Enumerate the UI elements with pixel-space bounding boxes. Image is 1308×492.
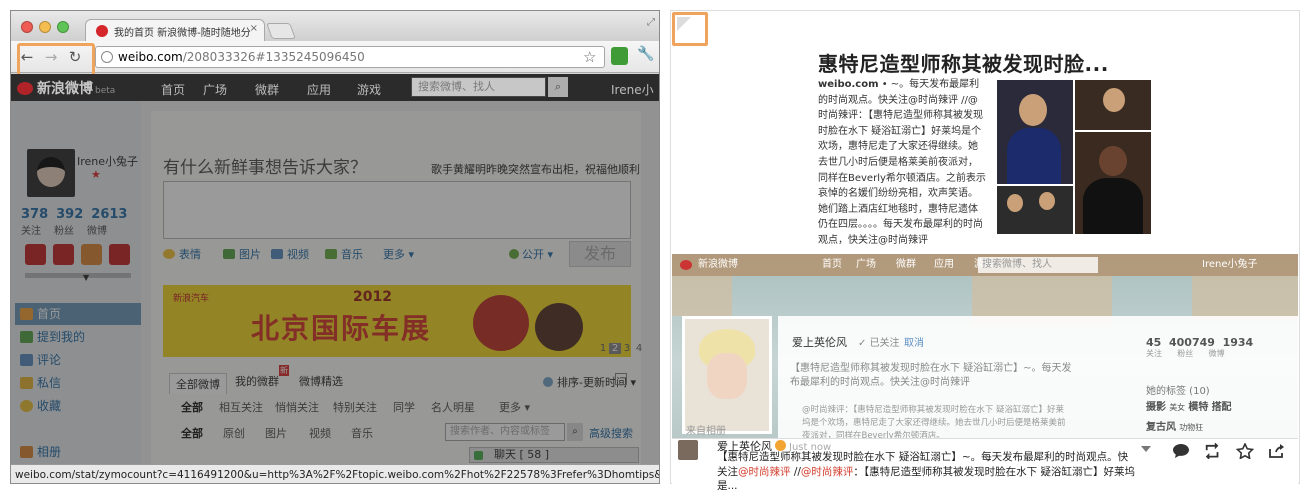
weibo-eye-icon [680,260,692,270]
building-illustration [1192,276,1298,320]
address-bar[interactable]: weibo.com/208033326#1335245096450 [95,46,605,68]
avatar-caption: 来自相册 [686,426,726,437]
tags-title: 她的标签 (10) [1146,386,1210,397]
minimize-window-button[interactable] [39,21,51,33]
status-bar-url: weibo.com/stat/zymocount?c=4116491200&u=… [11,464,659,483]
tab-title: 我的首页 新浪微博-随时随地分 [114,28,251,39]
tab-close-button[interactable]: × [250,23,258,34]
profile-nav-square[interactable]: 广场 [856,254,876,276]
zoom-window-button[interactable] [57,21,69,33]
nav-buttons-highlight [17,43,95,77]
url-host: weibo.com [118,50,183,64]
mention-link[interactable]: @时尚辣评 [738,466,791,478]
profile-top-nav: 新浪微博 首页 广场 微群 应用 游戏 搜索微博、找人 Irene小兔子 [672,254,1298,276]
evernote-extension-icon[interactable] [611,47,628,65]
new-tab-button[interactable] [266,23,296,39]
article-body: weibo.com • ~。每天发布最犀利的时尚观点。快关注@时尚辣评 //@时… [818,79,986,246]
bookmark-star-icon[interactable]: ☆ [583,48,596,66]
avatar[interactable] [678,440,698,460]
share-icon[interactable] [1266,443,1288,461]
profile-background: 新浪微博 首页 广场 微群 应用 游戏 搜索微博、找人 Irene小兔子 来自相… [672,254,1298,438]
page-dim-overlay [11,101,659,464]
favorite-icon[interactable] [1234,442,1256,461]
url-path: /208033326#1335245096450 [182,50,365,64]
post-text: 【惠特尼造型师称其被发现时脸在水下 疑浴缸溺亡】~。每天发布最犀利的时尚观点。快… [717,451,1136,492]
page-info-icon[interactable] [101,51,113,63]
profile-nav-apps[interactable]: 应用 [934,254,954,276]
tag-list: 摄影 美女 模特 搭配 [1146,402,1232,413]
profile-nav-logo[interactable]: 新浪微博 [698,254,738,276]
page-curl-icon [677,17,691,31]
browser-titlebar: 我的首页 新浪微博-随时随地分 × ⤢ [11,11,659,41]
profile-search-input[interactable]: 搜索微博、找人 [978,257,1098,273]
profile-avatar[interactable] [682,316,772,434]
mention-link[interactable]: @时尚辣评 [801,466,854,478]
profile-repost-preview: @时尚辣评：【惠特尼造型师称其被发现时脸在水下 疑浴缸溺亡】好莱坞是个欢场，惠特… [802,405,1066,438]
retweet-icon[interactable] [1202,442,1224,461]
comment-icon[interactable] [1170,443,1192,461]
page-curl-highlight[interactable] [672,12,708,46]
profile-nav-groups[interactable]: 微群 [896,254,916,276]
close-window-button[interactable] [21,21,33,33]
weibo-favicon-icon [96,25,108,37]
page-dim-overlay [11,74,659,101]
article-title: 惠特尼造型师称其被发现时脸... [818,52,1109,76]
profile-nav-home[interactable]: 首页 [822,254,842,276]
article-photo-collage[interactable] [997,80,1151,234]
profile-nav-user[interactable]: Irene小兔子 [1202,254,1257,276]
browser-window: 我的首页 新浪微博-随时随地分 × ⤢ ← → ↻ weibo.com/2080… [10,10,660,484]
profile-post-preview: 【惠特尼造型师称其被发现时脸在水下 疑浴缸溺亡】~。每天发布最犀利的时尚观点。快… [790,363,1072,388]
profile-stat-labels: 关注 粉丝 微博 [1146,349,1225,358]
unfollow-link[interactable]: 取消 [904,334,924,349]
wrench-menu-icon[interactable]: 🔧 [637,46,654,62]
profile-name[interactable]: 爱上英伦风 [792,334,847,350]
browser-tab[interactable]: 我的首页 新浪微博-随时随地分 × [85,19,265,41]
tag-list: 复古风 功物狂 [1146,422,1204,433]
fullscreen-icon[interactable]: ⤢ [647,17,655,28]
building-illustration [672,276,732,316]
chevron-down-icon[interactable] [1141,446,1151,452]
followed-status[interactable]: ✓ 已关注 [858,334,900,349]
